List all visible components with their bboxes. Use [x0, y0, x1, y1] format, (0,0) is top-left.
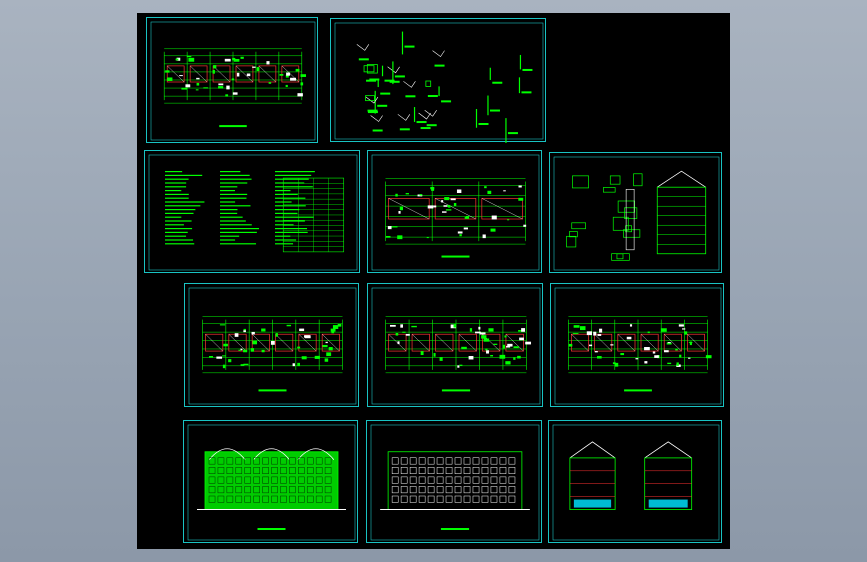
- sheet-drawing: [187, 424, 356, 541]
- sheet-drawing: [552, 424, 720, 541]
- sheet-drawing: [150, 21, 316, 141]
- sheet-elevation-front[interactable]: [183, 420, 358, 543]
- sheet-drawing: [334, 22, 544, 143]
- sheet-drawing: [148, 154, 358, 271]
- sheet-drawing: [370, 424, 540, 541]
- sheet-plan-2[interactable]: [184, 283, 359, 407]
- sheet-elevation-side[interactable]: [548, 420, 722, 543]
- sheet-drawing: [554, 287, 722, 405]
- sheet-section-details[interactable]: [549, 152, 722, 273]
- sheet-drawing: [371, 287, 541, 405]
- sheet-notes[interactable]: [144, 150, 360, 273]
- sheet-drawing: [371, 154, 540, 271]
- sheet-details[interactable]: [330, 18, 546, 143]
- sheet-elevation-rear[interactable]: [366, 420, 542, 543]
- sheet-drawing: [553, 156, 720, 271]
- sheet-plan-4[interactable]: [550, 283, 724, 407]
- sheet-drawing: [188, 287, 357, 405]
- cad-drawing-canvas[interactable]: [137, 13, 730, 549]
- sheet-floor-plan-roof[interactable]: [146, 17, 318, 143]
- sheet-plan-3[interactable]: [367, 283, 543, 407]
- sheet-plan-1[interactable]: [367, 150, 542, 273]
